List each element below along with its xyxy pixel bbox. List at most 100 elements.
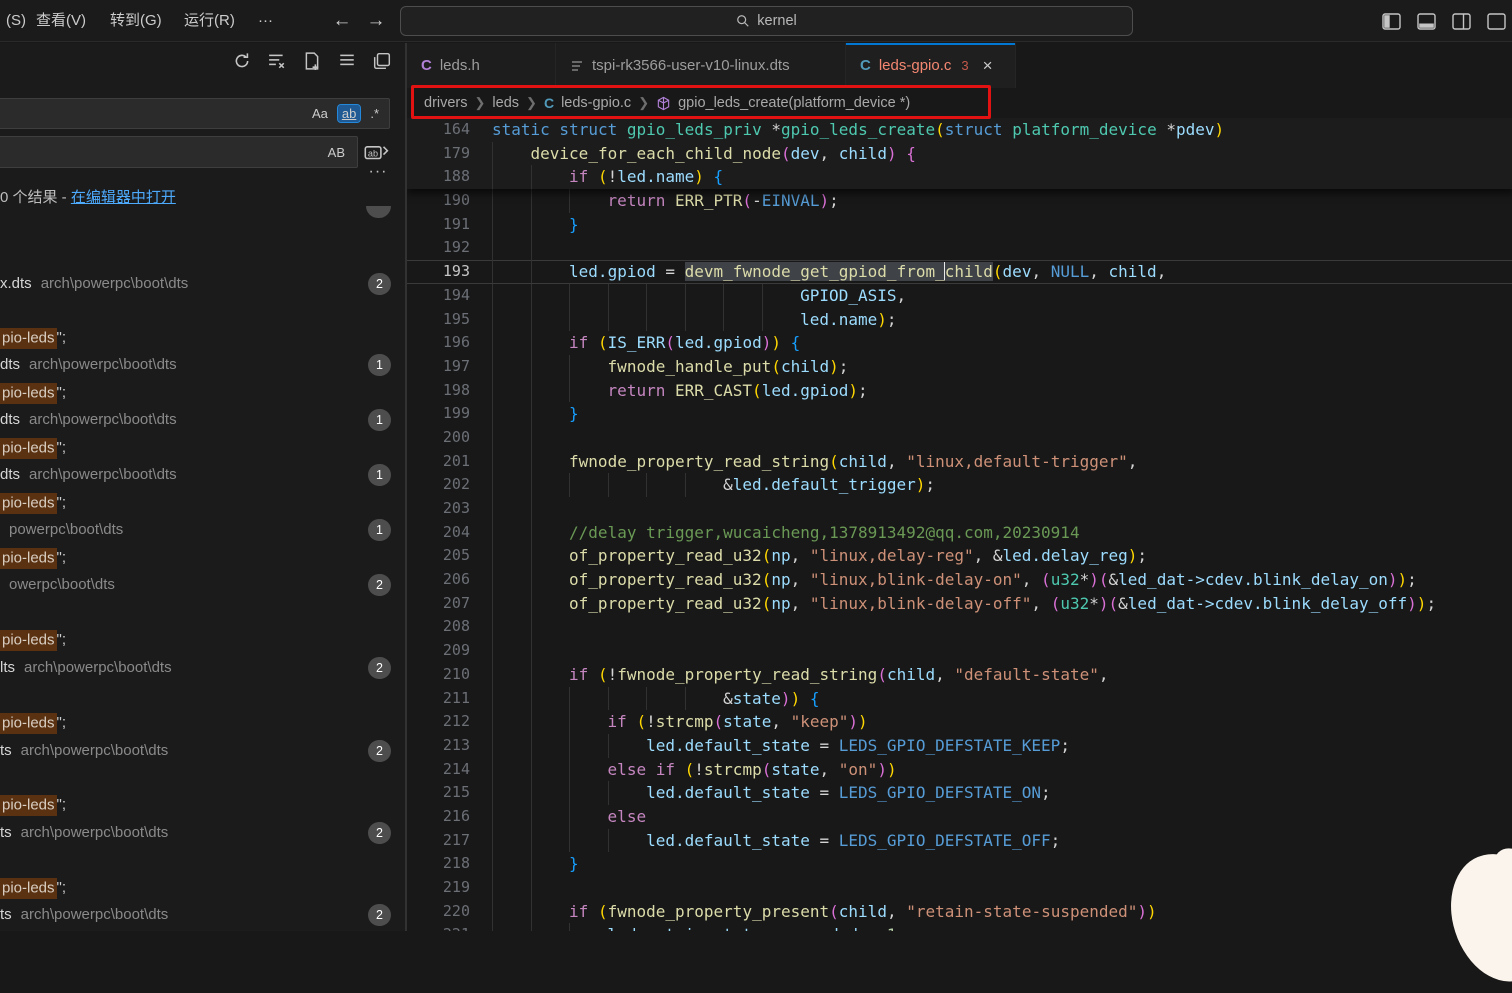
- code-line-219[interactable]: 219: [407, 876, 1512, 900]
- code-line-207[interactable]: 207of_property_read_u32(np, "linux,blink…: [407, 592, 1512, 616]
- code-line-206[interactable]: 206of_property_read_u32(np, "linux,blink…: [407, 568, 1512, 592]
- code-line-196[interactable]: 196if (IS_ERR(led.gpiod)) {: [407, 331, 1512, 355]
- result-match-row[interactable]: pio-leds";: [0, 874, 405, 901]
- code-line-216[interactable]: 216else: [407, 805, 1512, 829]
- code-line-221[interactable]: 221led.retain_state_suspended = 1;: [407, 923, 1512, 931]
- result-file-row[interactable]: tsarch\powerpc\boot\dts2: [0, 819, 405, 846]
- match-highlight: pio-leds: [0, 630, 57, 651]
- code-line-204[interactable]: 204//delay trigger,wucaicheng,1378913492…: [407, 521, 1512, 545]
- result-match-row[interactable]: pio-leds";: [0, 544, 405, 571]
- code-token: ERR_CAST: [675, 381, 752, 400]
- code-token: ): [848, 381, 858, 400]
- code-token: *: [1080, 570, 1090, 589]
- result-file-row[interactable]: owerpc\boot\dts2: [0, 571, 405, 598]
- code-line-201[interactable]: 201fwnode_property_read_string(child, "l…: [407, 450, 1512, 474]
- code-line-190[interactable]: 190return ERR_PTR(-EINVAL);: [407, 189, 1512, 213]
- code-line-220[interactable]: 220if (fwnode_property_present(child, "r…: [407, 900, 1512, 924]
- result-file-row[interactable]: tsarch\powerpc\boot\dts2: [0, 901, 405, 928]
- result-match-row[interactable]: pio-leds";: [0, 324, 405, 351]
- search-input[interactable]: kernel: [400, 6, 1133, 36]
- code-line-192[interactable]: 192: [407, 236, 1512, 260]
- code-line-213[interactable]: 213led.default_state = LEDS_GPIO_DEFSTAT…: [407, 734, 1512, 758]
- breadcrumb-item-drivers[interactable]: drivers: [424, 95, 468, 111]
- code-line-210[interactable]: 210if (!fwnode_property_read_string(chil…: [407, 663, 1512, 687]
- code-token: else: [608, 760, 647, 779]
- code-line-218[interactable]: 218}: [407, 852, 1512, 876]
- code-line-179[interactable]: 179device_for_each_child_node(dev, child…: [407, 142, 1512, 166]
- tab-tspi-dts[interactable]: tspi-rk3566-user-v10-linux.dts: [556, 43, 846, 88]
- code-line-211[interactable]: 211&state)) {: [407, 687, 1512, 711]
- indent-guide: [685, 687, 686, 711]
- code-token: gpio_leds_priv: [627, 120, 762, 139]
- menu-item-goto[interactable]: 转到(G): [104, 0, 168, 42]
- code-token: (: [877, 665, 887, 684]
- back-arrow-icon[interactable]: ←: [330, 9, 354, 33]
- code-line-215[interactable]: 215led.default_state = LEDS_GPIO_DEFSTAT…: [407, 781, 1512, 805]
- indent-guide: [569, 355, 570, 379]
- result-match-row[interactable]: pio-leds";: [0, 709, 405, 736]
- code-token: (: [1041, 570, 1051, 589]
- breadcrumb-item-leds[interactable]: leds: [492, 95, 519, 111]
- code-token: return: [608, 191, 666, 210]
- result-file-row[interactable]: tsarch\powerpc\boot\dts2: [0, 737, 405, 764]
- code-line-194[interactable]: 194GPIOD_ASIS,: [407, 284, 1512, 308]
- result-match-row[interactable]: pio-leds";: [0, 791, 405, 818]
- code-line-209[interactable]: 209: [407, 639, 1512, 663]
- close-tab-icon[interactable]: ×: [983, 56, 993, 76]
- breadcrumb-item-symbol[interactable]: gpio_leds_create(platform_device *): [678, 95, 910, 111]
- result-file-row[interactable]: dtsarch\powerpc\boot\dts1: [0, 406, 405, 433]
- code-token: {: [704, 167, 723, 186]
- code-line-202[interactable]: 202&led.default_trigger);: [407, 473, 1512, 497]
- code-line-197[interactable]: 197fwnode_handle_put(child);: [407, 355, 1512, 379]
- result-match-row[interactable]: pio-leds";: [0, 626, 405, 653]
- result-file-row[interactable]: dtsarch\powerpc\boot\dts1: [0, 461, 405, 488]
- code-line-200[interactable]: 200: [407, 426, 1512, 450]
- menu-item-cut[interactable]: (S): [0, 0, 32, 42]
- menu-item-run[interactable]: 运行(R): [178, 0, 241, 42]
- code-editor[interactable]: 164static struct gpio_leds_priv *gpio_le…: [407, 118, 1512, 931]
- menu-more-icon[interactable]: ···: [252, 0, 279, 42]
- forward-arrow-icon[interactable]: →: [364, 9, 388, 33]
- line-number: 195: [407, 308, 470, 332]
- menu-item-view[interactable]: 查看(V): [30, 0, 92, 42]
- code-line-217[interactable]: 217led.default_state = LEDS_GPIO_DEFSTAT…: [407, 829, 1512, 853]
- code-line-198[interactable]: 198return ERR_CAST(led.gpiod);: [407, 379, 1512, 403]
- code-line-203[interactable]: 203: [407, 497, 1512, 521]
- code-line-164[interactable]: 164static struct gpio_leds_priv *gpio_le…: [407, 118, 1512, 142]
- line-content: if (!fwnode_property_read_string(child, …: [569, 663, 1109, 687]
- breadcrumb-item-file[interactable]: leds-gpio.c: [561, 95, 631, 111]
- code-line-199[interactable]: 199}: [407, 402, 1512, 426]
- toggle-sidebar-icon[interactable]: [1382, 13, 1401, 30]
- result-match-row[interactable]: pio-leds";: [0, 379, 405, 406]
- code-line-191[interactable]: 191}: [407, 213, 1512, 237]
- result-match-row[interactable]: pio-leds";: [0, 489, 405, 516]
- code-token: ,: [896, 286, 906, 305]
- code-token: ,: [791, 570, 810, 589]
- code-token: of_property_read_u32: [569, 546, 762, 565]
- result-file-row[interactable]: x.dtsarch\powerpc\boot\dts2: [0, 270, 405, 297]
- code-line-195[interactable]: 195led.name);: [407, 308, 1512, 332]
- code-token: ,: [791, 546, 810, 565]
- code-token: [588, 167, 598, 186]
- code-line-193[interactable]: 193led.gpiod = devm_fwnode_get_gpiod_fro…: [407, 260, 1512, 284]
- code-lines: 190return ERR_PTR(-EINVAL);191}192193led…: [407, 189, 1512, 931]
- customize-layout-icon[interactable]: [1487, 13, 1506, 30]
- code-line-212[interactable]: 212if (!strcmp(state, "keep")): [407, 710, 1512, 734]
- result-match-row[interactable]: pio-leds";: [0, 434, 405, 461]
- tab-leds-h[interactable]: C leds.h: [407, 43, 556, 88]
- code-line-188[interactable]: 188if (!led.name) {: [407, 165, 1512, 189]
- code-line-205[interactable]: 205of_property_read_u32(np, "linux,delay…: [407, 544, 1512, 568]
- tab-leds-gpio-c[interactable]: C leds-gpio.c 3 ×: [846, 43, 1016, 88]
- toggle-panel-icon[interactable]: [1417, 13, 1436, 30]
- result-file-row[interactable]: dtsarch\powerpc\boot\dts1: [0, 351, 405, 378]
- search-value: kernel: [757, 13, 797, 29]
- line-content: }: [569, 852, 579, 876]
- code-line-208[interactable]: 208: [407, 615, 1512, 639]
- indent-guide: [531, 639, 532, 663]
- result-file-row[interactable]: ltsarch\powerpc\boot\dts2: [0, 654, 405, 681]
- result-file-row[interactable]: powerpc\boot\dts1: [0, 516, 405, 543]
- code-token: (: [598, 167, 608, 186]
- code-line-214[interactable]: 214else if (!strcmp(state, "on")): [407, 758, 1512, 782]
- file-lines-icon: [570, 59, 584, 73]
- toggle-secondary-sidebar-icon[interactable]: [1452, 13, 1471, 30]
